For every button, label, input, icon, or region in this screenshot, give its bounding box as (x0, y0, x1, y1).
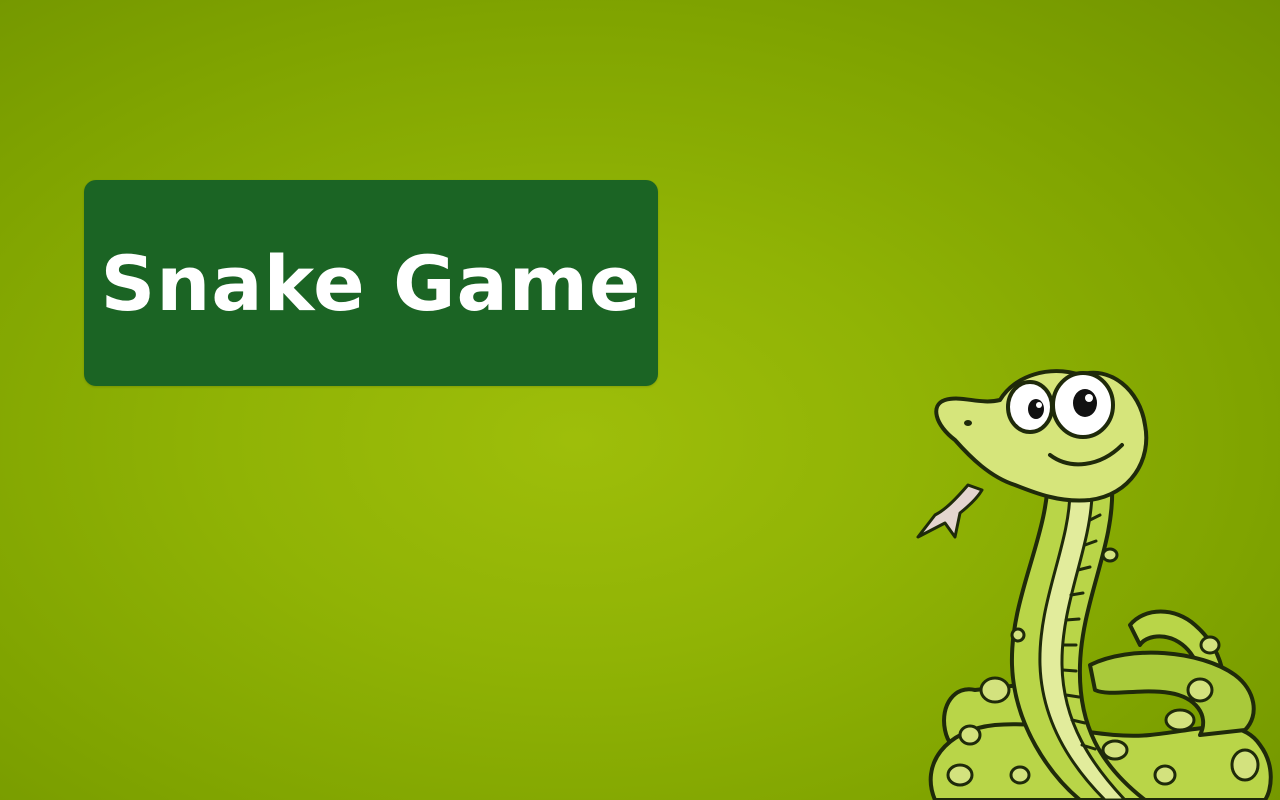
game-title: Snake Game (100, 238, 642, 328)
cartoon-snake-icon (916, 369, 1273, 800)
snake-pupil-left (1028, 399, 1044, 419)
snake-pupil-right (1073, 389, 1097, 417)
title-banner: Snake Game (84, 180, 658, 386)
snake-tongue (916, 483, 984, 539)
